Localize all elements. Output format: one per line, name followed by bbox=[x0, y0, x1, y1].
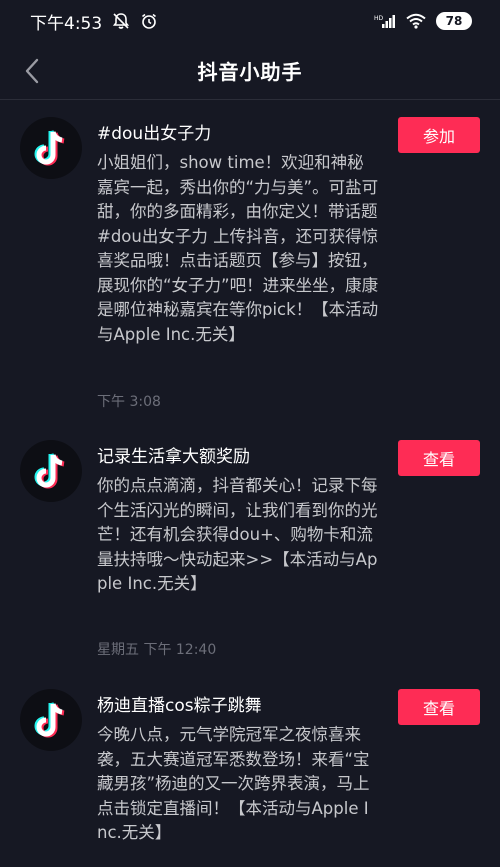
status-time: 下午4:53 bbox=[30, 13, 103, 34]
tiktok-logo-icon bbox=[34, 702, 65, 738]
avatar bbox=[20, 689, 82, 751]
message-item: 杨迪直播cos粽子跳舞 今晚八点，元气学院冠军之夜惊喜来袭，五大赛道冠军悉数登场… bbox=[0, 689, 500, 867]
back-button[interactable] bbox=[16, 54, 48, 88]
message-body: 今晚八点，元气学院冠军之夜惊喜来袭，五大赛道冠军悉数登场！来看“宝藏男孩”杨迪的… bbox=[97, 725, 370, 842]
message-time: 星期五 下午 12:40 bbox=[97, 642, 217, 658]
message-time: 下午 3:08 bbox=[97, 394, 161, 410]
view-button[interactable]: 查看 bbox=[398, 440, 480, 476]
tiktok-logo-icon bbox=[34, 130, 65, 166]
nav-bar: 抖音小助手 bbox=[0, 42, 500, 100]
alarm-icon bbox=[140, 12, 158, 30]
signal-label: HD bbox=[374, 15, 384, 22]
avatar bbox=[20, 440, 82, 502]
join-button[interactable]: 参加 bbox=[398, 117, 480, 153]
message-body: 小姐姐们，show time！欢迎和神秘嘉宾一起，秀出你的“力与美”。可盐可甜，… bbox=[97, 153, 379, 344]
message-title: 杨迪直播cos粽子跳舞 bbox=[97, 696, 262, 716]
status-left: 下午4:53 bbox=[30, 9, 158, 34]
message-title: 记录生活拿大额奖励 bbox=[97, 447, 250, 467]
avatar bbox=[20, 117, 82, 179]
status-right: HD 78 bbox=[374, 12, 472, 30]
page-title: 抖音小助手 bbox=[197, 60, 303, 84]
mute-icon bbox=[112, 12, 130, 30]
signal-icon: HD bbox=[374, 13, 396, 29]
message-item: 记录生活拿大额奖励 你的点点滴滴，抖音都关心！记录下每个生活闪光的瞬间，让我们看… bbox=[0, 440, 500, 670]
battery-indicator: 78 bbox=[436, 12, 472, 30]
wifi-icon bbox=[406, 13, 426, 29]
message-body: 你的点点滴滴，抖音都关心！记录下每个生活闪光的瞬间，让我们看到你的光芒！还有机会… bbox=[97, 476, 378, 593]
chevron-left-icon bbox=[25, 58, 39, 84]
tiktok-logo-icon bbox=[34, 453, 65, 489]
message-item: #dou出女子力 小姐姐们，show time！欢迎和神秘嘉宾一起，秀出你的“力… bbox=[0, 117, 500, 417]
status-bar: 下午4:53 HD 78 bbox=[0, 0, 500, 42]
view-button[interactable]: 查看 bbox=[398, 689, 480, 725]
message-title: #dou出女子力 bbox=[97, 124, 212, 144]
